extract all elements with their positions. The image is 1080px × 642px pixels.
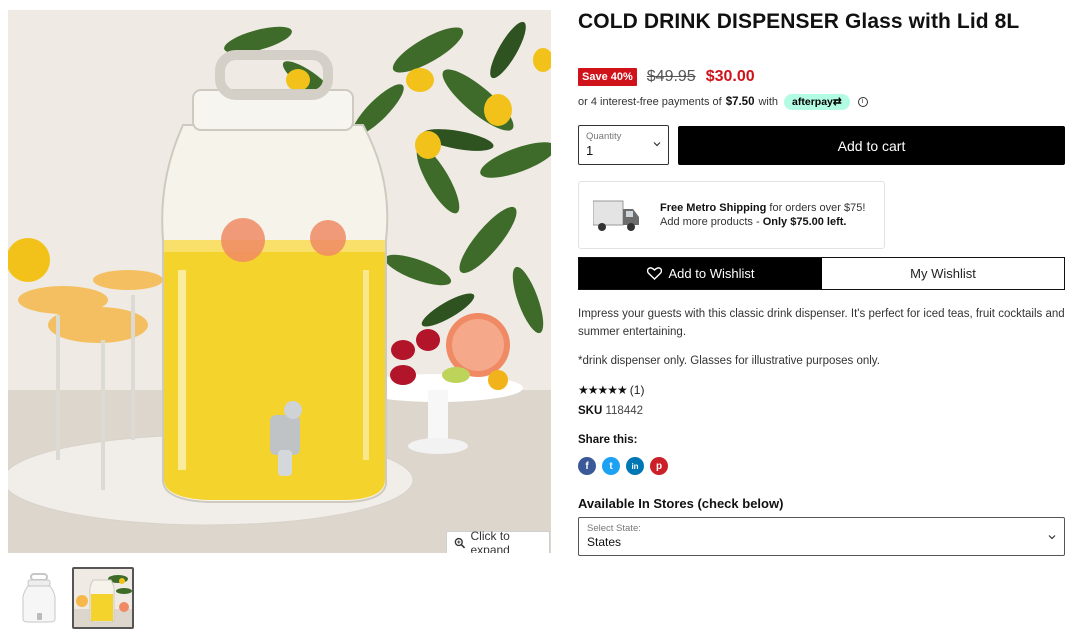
empty-dispenser-thumbnail-image <box>8 567 70 629</box>
heart-icon <box>646 267 662 280</box>
wishlist-row: Add to Wishlist My Wishlist <box>578 257 1065 290</box>
add-to-wishlist-label: Add to Wishlist <box>668 266 755 281</box>
shipping-text: Free Metro Shipping for orders over $75!… <box>660 201 865 229</box>
quantity-select[interactable]: Quantity 1 <box>578 125 669 165</box>
stores-heading: Available In Stores (check below) <box>578 496 784 511</box>
shipping-remaining-amount: Only $75.00 left. <box>762 216 847 228</box>
pinterest-icon[interactable]: p <box>650 457 668 475</box>
afterpay-logo: afterpay⇄ <box>784 94 850 110</box>
save-badge: Save 40% <box>578 68 637 86</box>
zoom-icon <box>454 537 466 549</box>
state-select[interactable]: Select State: States <box>578 517 1065 556</box>
my-wishlist-button[interactable]: My Wishlist <box>822 258 1064 289</box>
afterpay-amount: $7.50 <box>725 96 755 108</box>
original-price: $49.95 <box>646 68 696 85</box>
expand-label: Click to expand <box>470 529 510 553</box>
truck-icon <box>593 200 639 231</box>
product-note: *drink dispenser only. Glasses for illus… <box>578 355 880 367</box>
shipping-line-1: Free Metro Shipping for orders over $75! <box>660 201 865 215</box>
linkedin-icon[interactable]: in <box>626 457 644 475</box>
add-to-cart-button[interactable]: Add to cart <box>678 126 1065 165</box>
thumbnail-empty-dispenser[interactable] <box>8 567 70 629</box>
product-title: COLD DRINK DISPENSER Glass with Lid 8L <box>578 10 1020 33</box>
rating-stars: ★★★★★ <box>578 383 628 397</box>
facebook-icon[interactable]: f <box>578 457 596 475</box>
chevron-down-icon <box>1048 535 1056 540</box>
twitter-icon[interactable]: t <box>602 457 620 475</box>
free-shipping-threshold: for orders over $75! <box>766 202 866 214</box>
afterpay-prefix: or 4 interest-free payments of <box>578 96 722 108</box>
shipping-line-2: Add more products - Only $75.00 left. <box>660 215 865 229</box>
expand-image-button[interactable]: Click to expand <box>446 529 550 553</box>
share-icons: f t in p <box>578 457 668 475</box>
rating-count[interactable]: (1) <box>630 383 645 397</box>
free-shipping-title: Free Metro Shipping <box>660 202 767 214</box>
share-label: Share this: <box>578 434 638 446</box>
chevron-down-icon <box>653 142 661 147</box>
quantity-value: 1 <box>586 143 594 158</box>
product-description: Impress your guests with this classic dr… <box>578 308 1065 338</box>
shipping-notice: Free Metro Shipping for orders over $75!… <box>578 181 885 249</box>
sale-price: $30.00 <box>705 68 755 85</box>
product-main-image[interactable]: Click to expand <box>8 10 551 553</box>
state-select-value: States <box>587 535 622 549</box>
price-row: Save 40% $49.95 $30.00 <box>578 68 755 86</box>
lifestyle-thumbnail-image <box>74 569 132 627</box>
shipping-remaining-prefix: Add more products - <box>660 216 763 228</box>
sku-value: 118442 <box>605 405 644 417</box>
state-select-label: Select State: <box>587 523 641 534</box>
info-icon[interactable]: i <box>857 97 868 107</box>
afterpay-with: with <box>758 96 779 108</box>
afterpay-brand: afterpay <box>792 96 833 108</box>
drink-dispenser-photo <box>8 10 551 553</box>
sku-label: SKU <box>578 405 603 417</box>
afterpay-installments: or 4 interest-free payments of $7.50 wit… <box>578 94 868 110</box>
add-to-wishlist-button[interactable]: Add to Wishlist <box>579 258 822 289</box>
thumbnail-dispenser-lifestyle[interactable] <box>72 567 134 629</box>
quantity-label: Quantity <box>586 131 622 142</box>
sku-row: SKU 118442 <box>578 405 643 417</box>
rating-row[interactable]: ★★★★★ (1) <box>578 383 644 397</box>
